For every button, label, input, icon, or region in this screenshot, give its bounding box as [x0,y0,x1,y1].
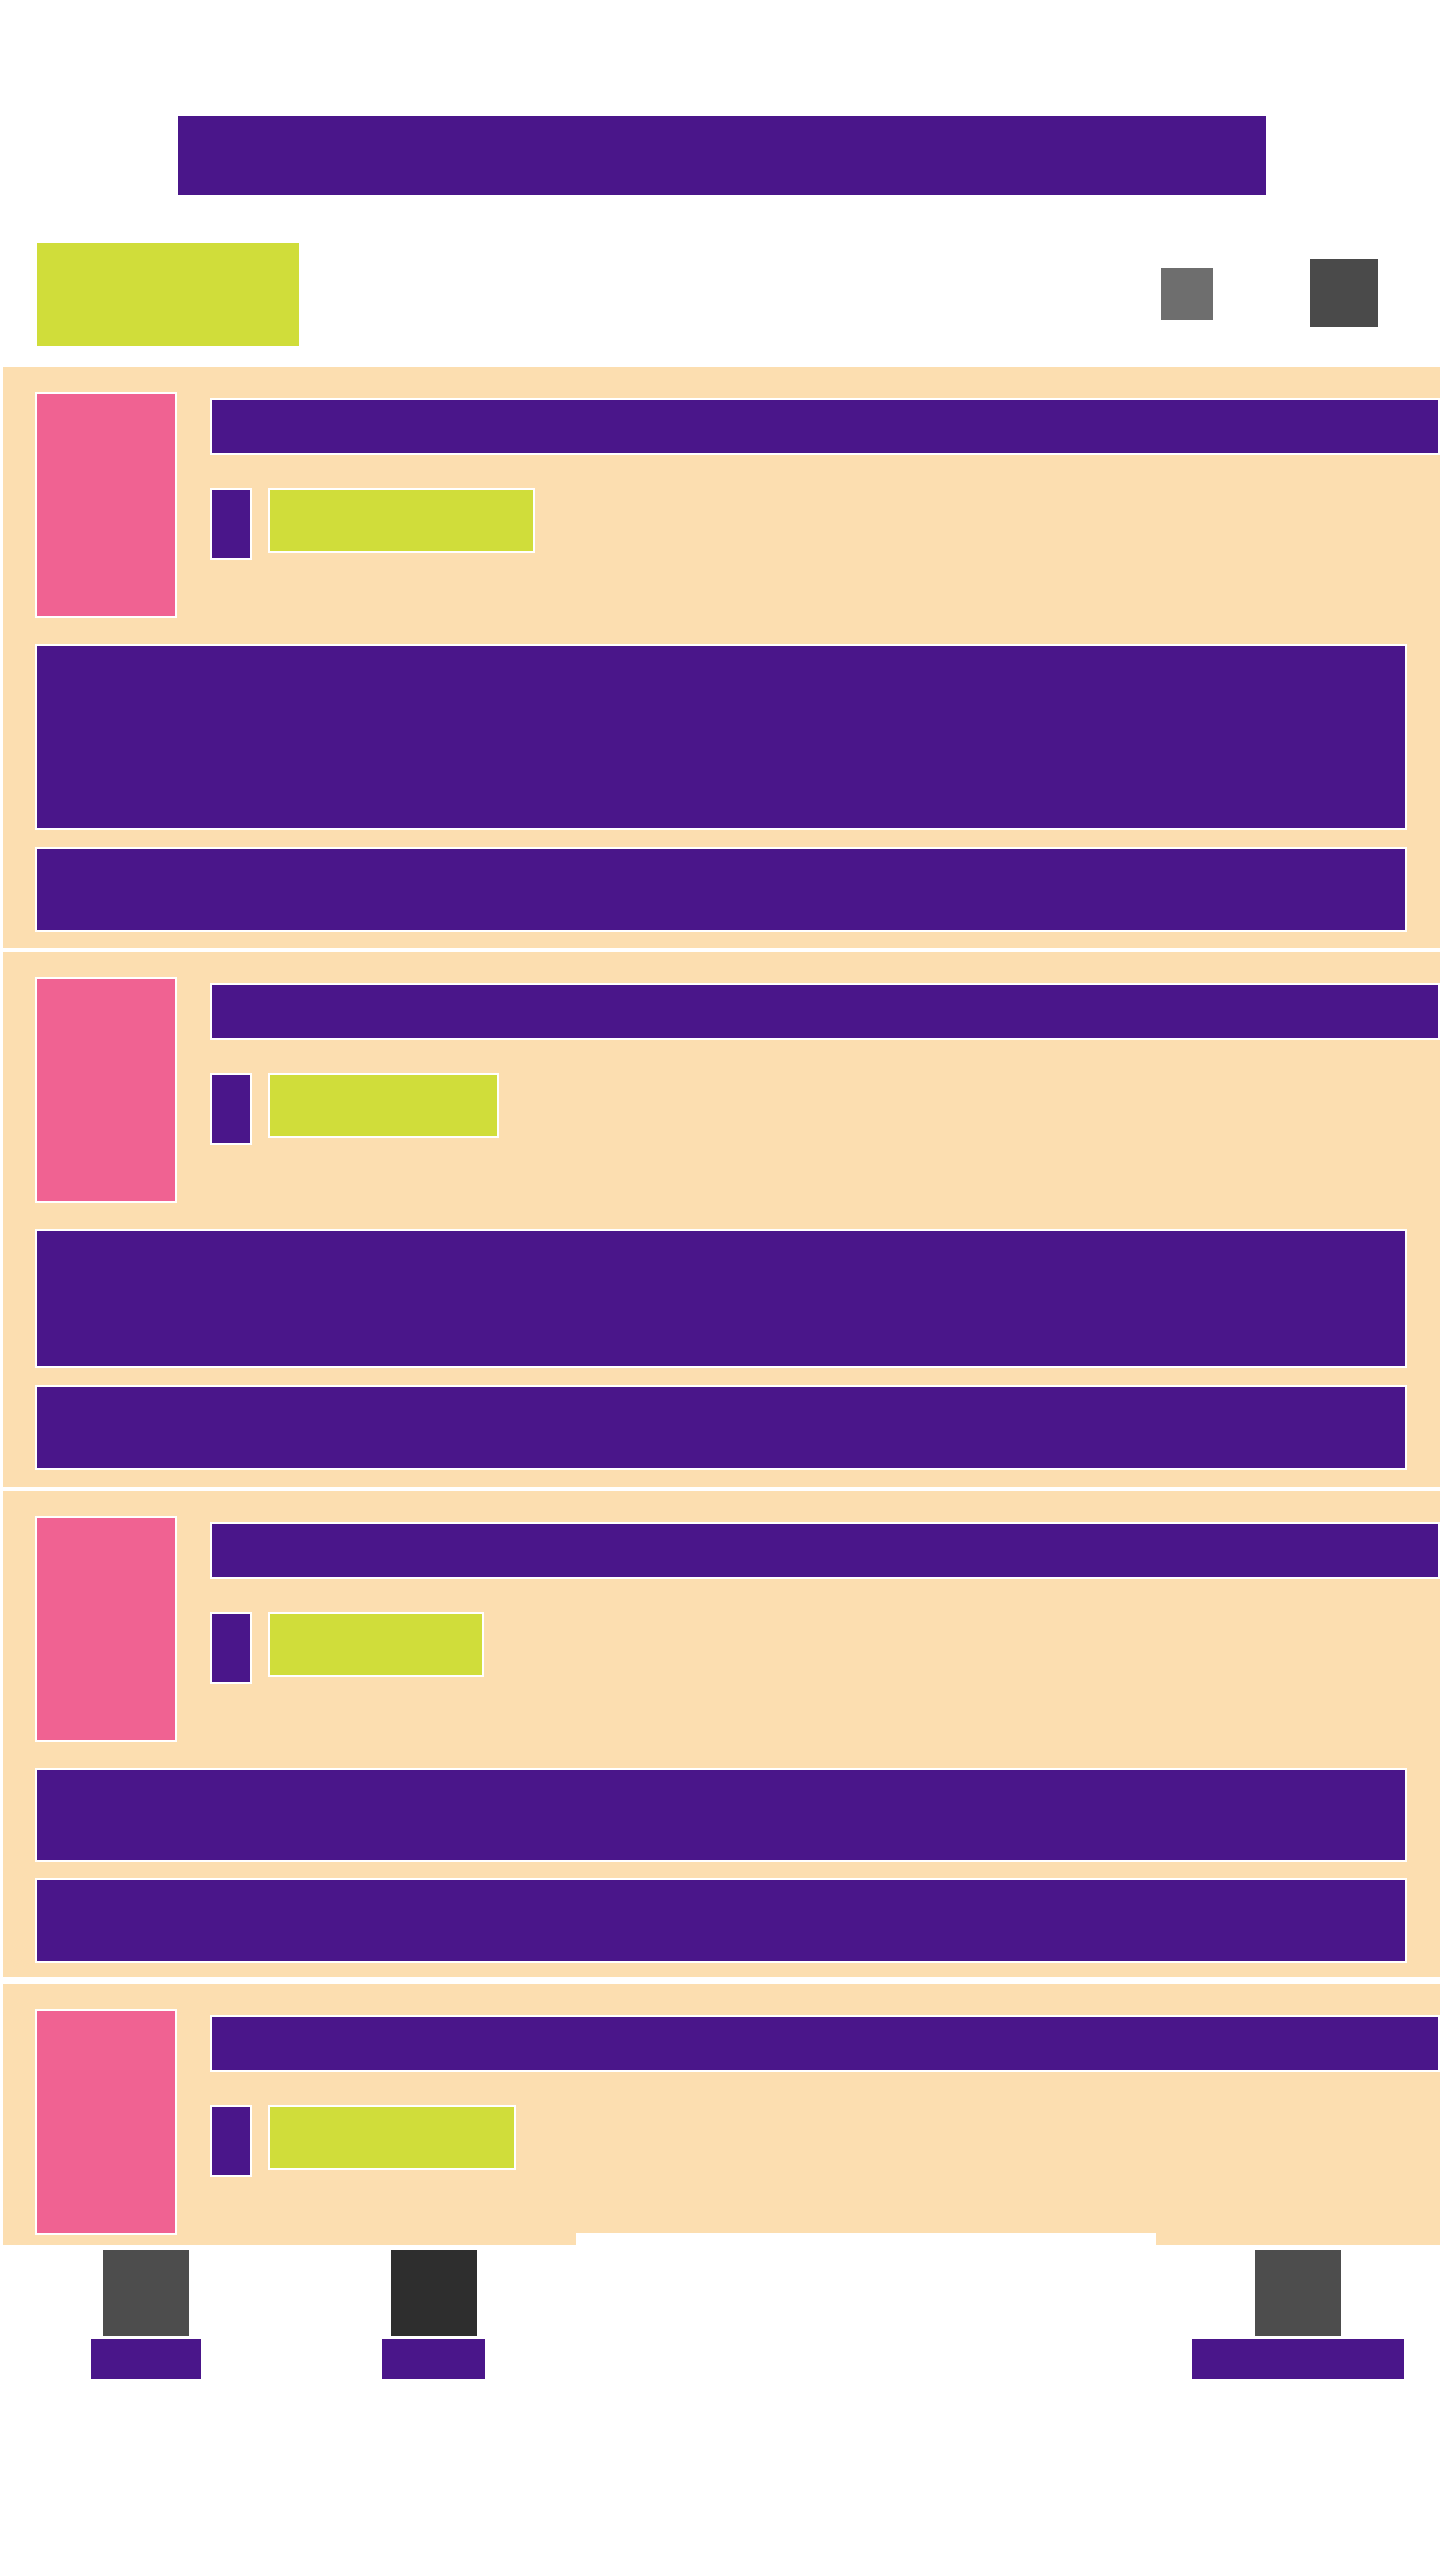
thumbnail[interactable] [35,392,177,618]
thumbnail[interactable] [35,1516,177,1742]
item-tag [268,1073,499,1138]
nav-label-profile[interactable] [1192,2339,1404,2379]
item-title[interactable] [210,983,1440,1040]
sort-icon[interactable] [1310,259,1378,327]
item-meta-icon [210,488,252,560]
item-action-button[interactable] [35,1385,1407,1470]
item-meta-icon [210,1073,252,1145]
page-title [178,116,1266,195]
filter-button[interactable] [37,243,299,346]
nav-label-explore[interactable] [382,2339,485,2379]
item-meta-icon [210,1612,252,1684]
item-description [35,1768,1407,1862]
profile-icon[interactable] [1255,2250,1341,2336]
item-tag [268,1612,484,1677]
item-action-button[interactable] [35,1878,1407,1963]
item-title[interactable] [210,1522,1440,1579]
thumbnail[interactable] [35,2009,177,2235]
item-tag [268,488,535,553]
view-toggle-icon[interactable] [1161,268,1213,320]
bottom-nav-divider [576,2233,1156,2253]
item-description [35,644,1407,830]
item-title[interactable] [210,398,1440,455]
item-tag [268,2105,516,2170]
item-description [35,1229,1407,1368]
explore-icon[interactable] [391,2250,477,2336]
item-meta-icon [210,2105,252,2177]
home-icon[interactable] [103,2250,189,2336]
nav-label-home[interactable] [91,2339,201,2379]
item-title[interactable] [210,2015,1440,2072]
thumbnail[interactable] [35,977,177,1203]
item-action-button[interactable] [35,847,1407,932]
